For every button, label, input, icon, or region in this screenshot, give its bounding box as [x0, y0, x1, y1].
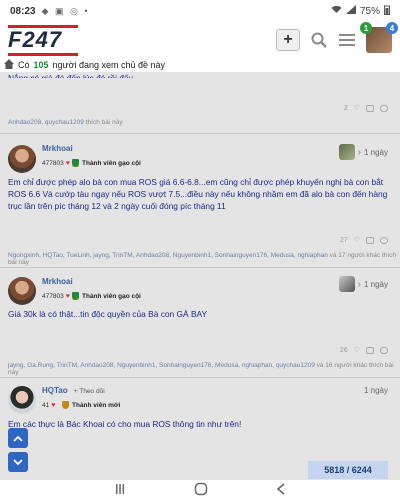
post-date[interactable]: › 1 ngày [338, 276, 388, 292]
heart-icon: ♥ [65, 293, 70, 300]
user-rank: Thành viên gạo cội [72, 292, 141, 300]
heart-outline-icon[interactable]: ♡ [354, 104, 360, 112]
status-notification-icons: ◆ ▣ ◎ • [41, 5, 90, 16]
like-count: 2 [343, 104, 348, 112]
avatar[interactable] [8, 145, 36, 173]
like-count: 26 [339, 346, 348, 354]
home-icon[interactable] [4, 59, 14, 71]
likes-line[interactable]: Ngongxinh, HQTao, TueLinh, jayng, TrinTM… [8, 252, 400, 266]
post-body: Em chỉ được phép alo bà con mua ROS giá … [8, 177, 388, 211]
user-rank: Thành viên mới [62, 401, 120, 409]
post-body: Giá 30k là có thật...tin độc quyền của B… [8, 309, 208, 319]
previous-post-text: Nắng có giá đó đến lúc đó rồi đấy [8, 73, 133, 78]
battery-icon [384, 5, 390, 18]
home-button-icon[interactable] [194, 482, 208, 499]
heart-outline-icon[interactable]: ♡ [354, 346, 360, 354]
chevron-right-icon: › [357, 278, 361, 290]
app-header: F247 + 1 4 [0, 22, 400, 58]
message-badge: 4 [386, 22, 398, 34]
reputation: 41 [42, 402, 50, 409]
likes-line[interactable]: jayng, Ga.Rung, TrinTM, Anhdao208, Nguye… [8, 362, 400, 376]
post-author[interactable]: HQTao + Theo dõi [42, 386, 105, 395]
link-icon[interactable] [366, 346, 374, 354]
scroll-down-button[interactable] [8, 452, 28, 472]
heart-icon: ♥ [65, 160, 70, 167]
signal-icon [345, 5, 356, 17]
system-nav-bar [0, 480, 400, 500]
shield-icon [72, 159, 79, 167]
search-icon[interactable] [310, 31, 328, 49]
previous-post: Nắng có giá đó đến lúc đó rồi đấy 2 ♡ An… [0, 72, 400, 134]
reply-to-avatar[interactable] [338, 144, 355, 160]
link-icon[interactable] [366, 104, 374, 112]
menu-icon[interactable] [338, 31, 356, 49]
reply-icon[interactable] [380, 346, 388, 354]
post-actions: 2 ♡ [344, 104, 388, 112]
reputation: 477803 [42, 160, 64, 167]
follow-button[interactable]: + Theo dõi [74, 388, 105, 395]
avatar[interactable] [8, 386, 36, 414]
post-author-stats: 41 ♥ [42, 402, 55, 409]
notification-badge: 1 [360, 22, 372, 34]
online-prefix: Có [18, 60, 30, 70]
online-suffix: người đang xem chủ đề này [52, 60, 166, 70]
reply-to-avatar[interactable] [338, 276, 355, 292]
status-time: 08:23 [10, 5, 36, 17]
reply-icon[interactable] [380, 236, 388, 244]
chevron-right-icon: › [357, 146, 361, 158]
post-body: Em các thực là Bác Khoai có cho mua ROS … [8, 419, 242, 429]
post: Mrkhoai 477803 ♥ Thành viên gạo cội › 1 … [0, 134, 400, 268]
post: Mrkhoai 477803 ♥ Thành viên gạo cội › 1 … [0, 268, 400, 378]
new-member-icon [62, 401, 69, 409]
likes-names[interactable]: Ngongxinh, HQTao, TueLinh, jayng, TrinTM… [8, 252, 328, 259]
heart-icon: ♥ [51, 402, 56, 409]
battery-text: 75% [359, 5, 380, 17]
shield-icon [72, 292, 79, 300]
like-count: 27 [339, 236, 348, 244]
reputation: 477803 [42, 293, 64, 300]
post-date[interactable]: › 1 ngày [338, 144, 388, 160]
status-right: 75% [331, 5, 390, 18]
link-icon[interactable] [366, 236, 374, 244]
likes-tail: thích bài này [85, 119, 123, 126]
user-avatar-button[interactable]: 1 4 [360, 22, 398, 53]
scroll-up-button[interactable] [8, 428, 28, 448]
online-viewers-bar: Có 105 người đang xem chủ đề này [0, 58, 400, 72]
likes-names[interactable]: Anhdao208, quychau1209 [8, 119, 84, 126]
post-actions: 27 ♡ [340, 236, 388, 244]
wifi-icon [331, 5, 342, 17]
post-author[interactable]: Mrkhoai [42, 144, 73, 153]
avatar[interactable] [8, 277, 36, 305]
post-date[interactable]: 1 ngày [364, 386, 388, 395]
post-actions: 26 ♡ [340, 346, 388, 354]
heart-outline-icon[interactable]: ♡ [354, 236, 360, 244]
recent-apps-icon[interactable] [114, 483, 126, 498]
post-position-counter[interactable]: 5818 / 6244 [308, 461, 388, 479]
status-bar: 08:23 ◆ ▣ ◎ • 75% [0, 0, 400, 22]
online-count: 105 [33, 60, 49, 70]
reply-icon[interactable] [380, 104, 388, 112]
user-rank: Thành viên gạo cội [72, 159, 141, 167]
back-icon[interactable] [276, 482, 286, 498]
new-post-button[interactable]: + [276, 29, 300, 51]
likes-line[interactable]: Anhdao208, quychau1209 thích bài này [8, 119, 123, 126]
site-logo[interactable]: F247 [8, 25, 78, 56]
likes-names[interactable]: jayng, Ga.Rung, TrinTM, Anhdao208, Nguye… [8, 362, 315, 369]
post-author[interactable]: Mrkhoai [42, 277, 73, 286]
